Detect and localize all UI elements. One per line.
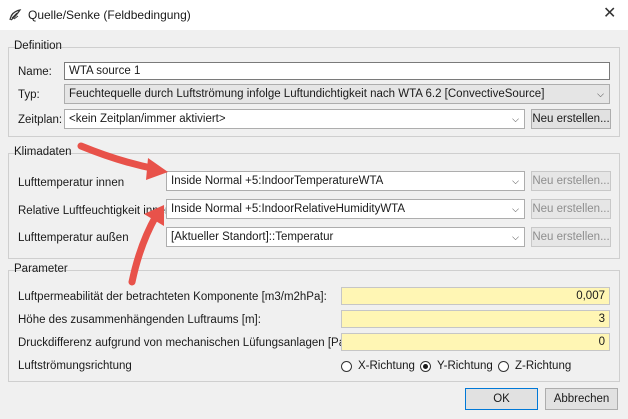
radio-y-richtung[interactable]	[420, 361, 431, 372]
leaf-icon	[9, 9, 22, 21]
chevron-down-icon: ⌵	[512, 204, 519, 214]
chevron-down-icon: ⌵	[512, 176, 519, 186]
radio-x-richtung-label[interactable]: X-Richtung	[358, 360, 415, 372]
chevron-down-icon: ⌵	[512, 232, 519, 242]
luftpermeabilitaet-input[interactable]: 0,007	[341, 287, 610, 305]
typ-select-value: Feuchtequelle durch Luftströmung infolge…	[69, 88, 545, 100]
lufttemperatur-aussen-label: Lufttemperatur außen	[18, 232, 129, 244]
lufttemperatur-innen-new-button[interactable]: Neu erstellen...	[531, 171, 611, 191]
hoehe-luftraum-input[interactable]: 3	[341, 310, 610, 328]
lufttemperatur-innen-select[interactable]: Inside Normal +5:IndoorTemperatureWTA ⌵	[166, 171, 525, 191]
klimadaten-group-title: Klimadaten	[14, 146, 72, 158]
relative-luftfeuchtigkeit-innen-new-button[interactable]: Neu erstellen...	[531, 199, 611, 219]
chevron-down-icon: ⌵	[597, 89, 604, 99]
druckdifferenz-input[interactable]: 0	[341, 333, 610, 351]
close-icon[interactable]: ✕	[603, 5, 616, 23]
lufttemperatur-innen-label: Lufttemperatur innen	[18, 177, 125, 189]
cancel-button[interactable]: Abbrechen	[545, 388, 618, 410]
radio-z-richtung-label[interactable]: Z-Richtung	[515, 360, 571, 372]
definition-group-title: Definition	[14, 40, 62, 52]
name-label: Name:	[18, 66, 52, 78]
radio-z-richtung[interactable]	[498, 361, 509, 372]
chevron-down-icon: ⌵	[512, 114, 519, 124]
relative-luftfeuchtigkeit-innen-label: Relative Luftfeuchtigkeit innen	[18, 205, 172, 217]
lufttemperatur-aussen-new-button[interactable]: Neu erstellen...	[531, 227, 611, 247]
typ-select[interactable]: Feuchtequelle durch Luftströmung infolge…	[64, 84, 610, 104]
lufttemperatur-aussen-value: [Aktueller Standort]::Temperatur	[171, 231, 334, 243]
luftstroemungsrichtung-label: Luftströmungsrichtung	[18, 360, 132, 372]
radio-x-richtung[interactable]	[341, 361, 352, 372]
zeitplan-select-value: <kein Zeitplan/immer aktiviert>	[69, 113, 226, 125]
lufttemperatur-innen-value: Inside Normal +5:IndoorTemperatureWTA	[171, 175, 384, 187]
luftpermeabilitaet-label: Luftpermeabilität der betrachteten Kompo…	[18, 291, 327, 303]
lufttemperatur-aussen-select[interactable]: [Aktueller Standort]::Temperatur ⌵	[166, 227, 525, 247]
ok-button[interactable]: OK	[465, 388, 538, 410]
radio-y-richtung-label[interactable]: Y-Richtung	[437, 360, 493, 372]
typ-label: Typ:	[18, 89, 40, 101]
zeitplan-label: Zeitplan:	[18, 114, 63, 126]
hoehe-luftraum-label: Höhe des zusammenhängenden Luftraums [m]…	[18, 314, 261, 326]
zeitplan-new-button[interactable]: Neu erstellen...	[531, 109, 611, 129]
relative-luftfeuchtigkeit-innen-value: Inside Normal +5:IndoorRelativeHumidityW…	[171, 203, 406, 215]
parameter-group-title: Parameter	[14, 263, 68, 275]
name-input[interactable]: WTA source 1	[64, 62, 610, 80]
druckdifferenz-label: Druckdifferenz aufgrund von mechanischen…	[18, 337, 352, 349]
zeitplan-select[interactable]: <kein Zeitplan/immer aktiviert> ⌵	[64, 109, 525, 129]
window-title: Quelle/Senke (Feldbedingung)	[28, 8, 191, 22]
title-bar: Quelle/Senke (Feldbedingung) ✕	[0, 0, 628, 30]
relative-luftfeuchtigkeit-innen-select[interactable]: Inside Normal +5:IndoorRelativeHumidityW…	[166, 199, 525, 219]
